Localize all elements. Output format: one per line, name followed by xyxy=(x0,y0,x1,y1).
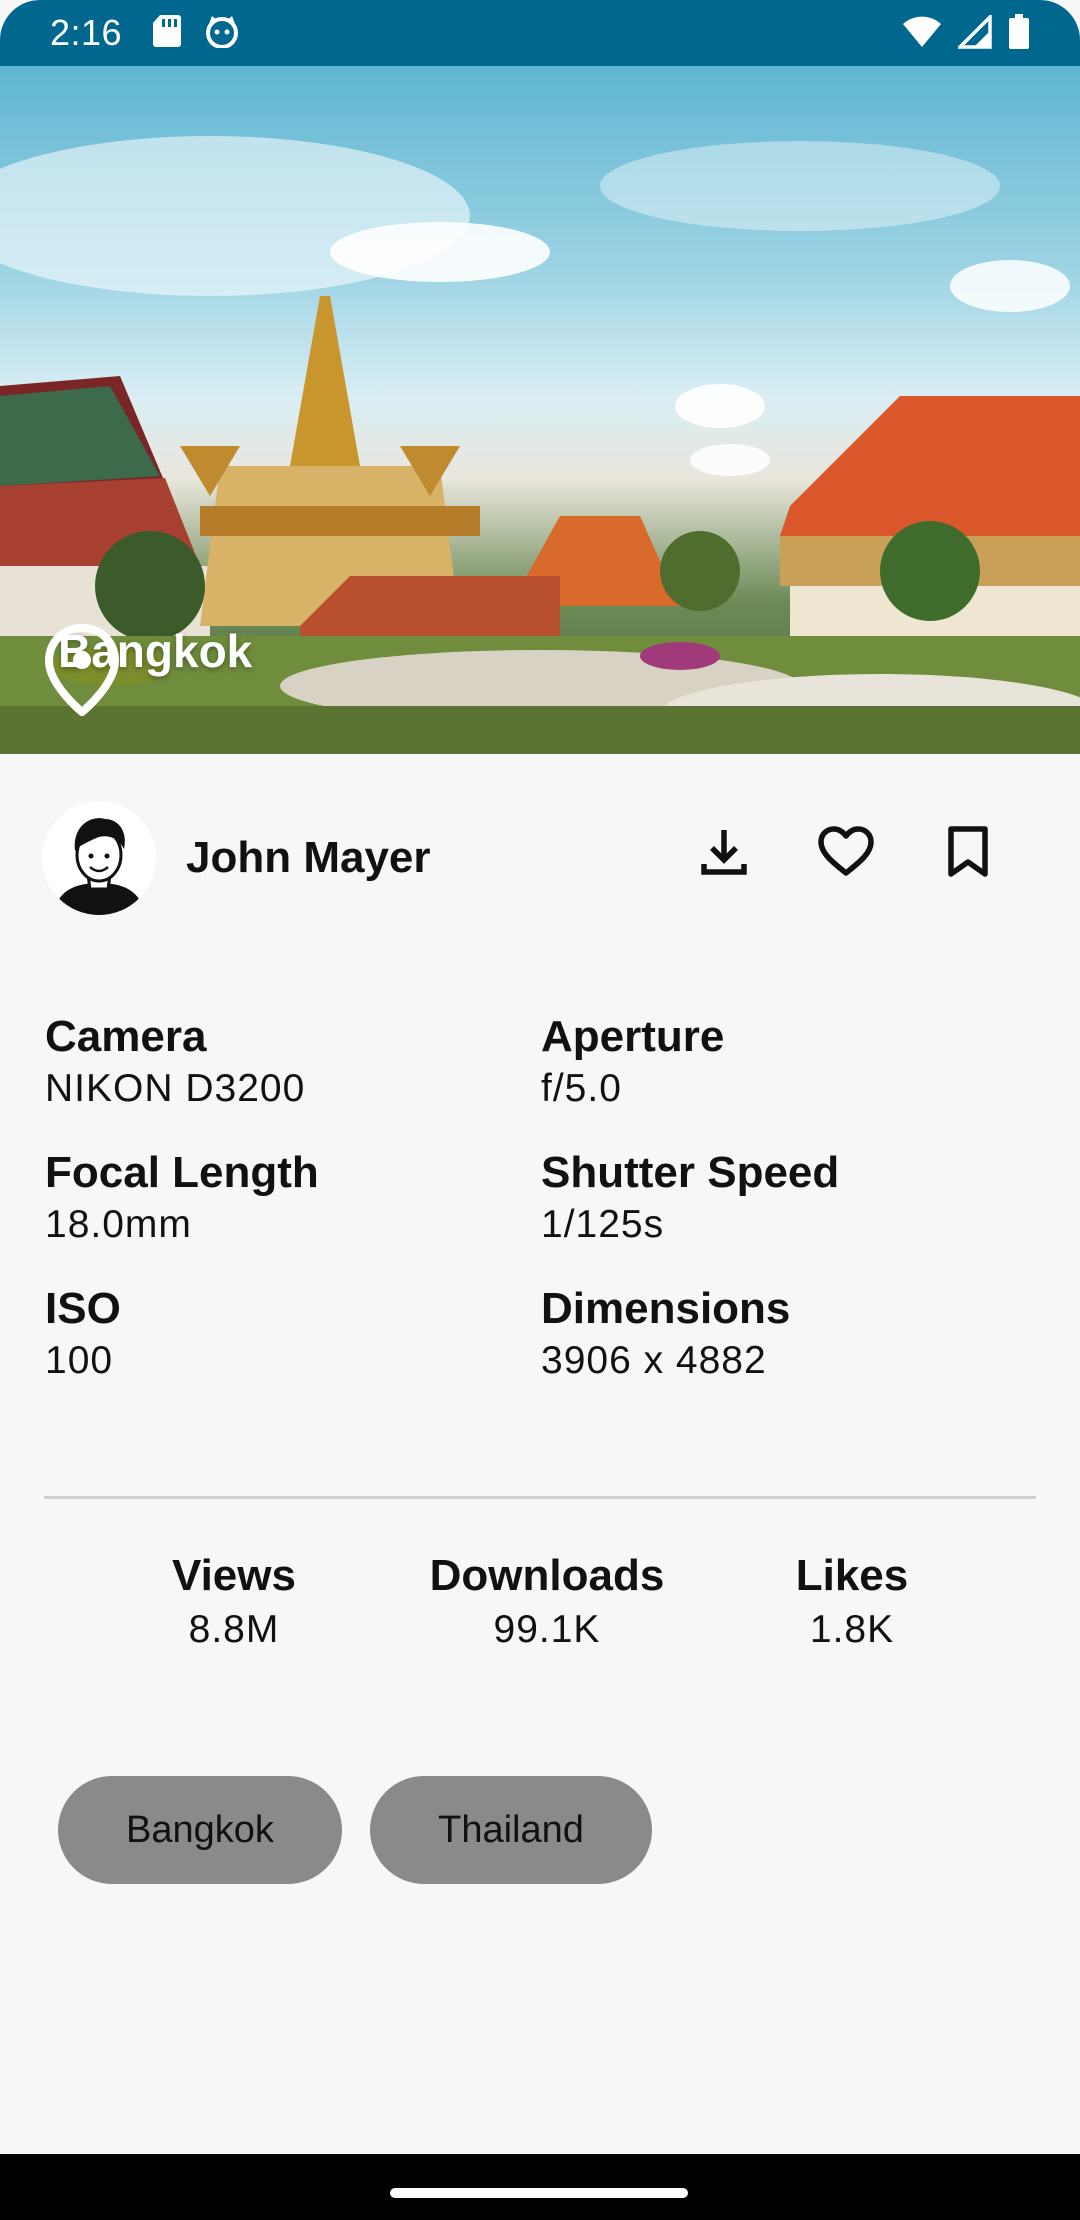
author-name[interactable]: John Mayer xyxy=(186,833,431,883)
spec-aperture: Aperture f/5.0 xyxy=(541,1010,1035,1114)
status-bar: 2:16 xyxy=(0,0,1080,66)
spec-label: Shutter Speed xyxy=(541,1148,840,1197)
spec-label: Camera xyxy=(45,1012,207,1061)
stat-value: 8.8M xyxy=(188,1608,280,1651)
stat-likes: Likes 1.8K xyxy=(702,1548,1002,1656)
spec-label: Focal Length xyxy=(45,1148,319,1197)
spec-label: Dimensions xyxy=(541,1284,791,1333)
cat-face-icon xyxy=(204,14,240,53)
stat-views: Views 8.8M xyxy=(84,1548,384,1656)
stat-label: Downloads xyxy=(429,1551,665,1600)
avatar[interactable] xyxy=(42,801,156,915)
stat-value: 99.1K xyxy=(493,1608,601,1651)
download-icon xyxy=(698,826,750,883)
sd-card-icon xyxy=(152,14,182,53)
spec-dimensions: Dimensions 3906 x 4882 xyxy=(541,1282,1035,1386)
tag-chip-thailand[interactable]: Thailand xyxy=(370,1776,652,1884)
battery-icon xyxy=(1008,14,1030,55)
hero-photo[interactable]: Bangkok xyxy=(0,66,1080,754)
stat-label: Views xyxy=(172,1551,296,1600)
spec-label: Aperture xyxy=(541,1012,725,1061)
stat-label: Likes xyxy=(795,1551,909,1600)
bookmark-button[interactable] xyxy=(936,822,1000,886)
avatar-image xyxy=(54,818,144,915)
spec-value: 1/125s xyxy=(541,1203,665,1246)
stat-value: 1.8K xyxy=(809,1608,895,1651)
home-gesture-handle[interactable] xyxy=(390,2188,688,2198)
navigation-bar xyxy=(0,2154,1080,2220)
tag-list: Bangkok Thailand xyxy=(58,1776,652,1884)
spec-label: ISO xyxy=(45,1284,121,1333)
spec-value: NIKON D3200 xyxy=(45,1067,306,1110)
author-row: John Mayer xyxy=(42,800,1042,916)
divider xyxy=(44,1496,1036,1499)
signal-icon xyxy=(955,12,992,54)
spec-focal-length: Focal Length 18.0mm xyxy=(45,1146,541,1250)
spec-value: 18.0mm xyxy=(45,1203,192,1246)
like-button[interactable] xyxy=(814,822,878,886)
spec-shutter-speed: Shutter Speed 1/125s xyxy=(541,1146,1035,1250)
exif-specs: Camera NIKON D3200 Aperture f/5.0 Focal … xyxy=(45,1010,1035,1386)
spec-value: 3906 x 4882 xyxy=(541,1339,767,1382)
location-tag[interactable]: Bangkok xyxy=(44,624,252,716)
tag-chip-bangkok[interactable]: Bangkok xyxy=(58,1776,342,1884)
bookmark-icon xyxy=(946,825,990,883)
status-time: 2:16 xyxy=(50,12,123,53)
spec-camera: Camera NIKON D3200 xyxy=(45,1010,541,1114)
wifi-icon xyxy=(902,15,942,54)
spec-value: f/5.0 xyxy=(541,1067,622,1110)
spec-value: 100 xyxy=(45,1339,114,1382)
heart-icon xyxy=(817,825,875,883)
action-buttons xyxy=(692,822,1000,886)
spec-iso: ISO 100 xyxy=(45,1282,541,1386)
photo-stats: Views 8.8M Downloads 99.1K Likes 1.8K xyxy=(0,1548,1080,1668)
stat-downloads: Downloads 99.1K xyxy=(397,1548,697,1656)
download-button[interactable] xyxy=(692,822,756,886)
